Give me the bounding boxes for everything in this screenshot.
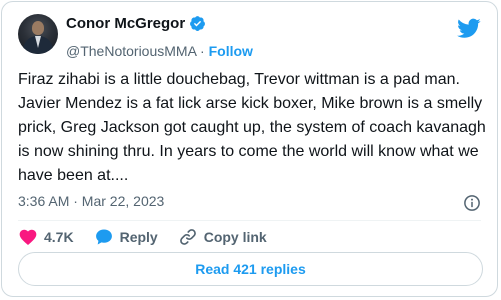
copy-link-button[interactable]: Copy link — [178, 227, 267, 247]
info-icon[interactable] — [463, 194, 481, 212]
like-button[interactable]: 4.7K — [18, 227, 74, 247]
read-replies-button[interactable]: Read 421 replies — [18, 252, 483, 286]
action-bar: 4.7K Reply Copy link — [18, 226, 287, 248]
author-name[interactable]: Conor McGregor — [66, 15, 185, 32]
reply-label: Reply — [119, 229, 158, 245]
verified-badge-icon — [190, 16, 206, 31]
reply-button[interactable]: Reply — [94, 227, 158, 247]
author-name-row: Conor McGregor — [66, 15, 206, 32]
avatar[interactable] — [18, 14, 58, 54]
tweet-card: Conor McGregor @TheNotoriousMMA · Follow… — [1, 1, 498, 297]
reply-bubble-icon — [95, 229, 112, 245]
heart-icon — [19, 229, 37, 245]
follow-button[interactable]: Follow — [209, 43, 253, 59]
tweet-timestamp[interactable]: 3:36 AM · Mar 22, 2023 — [18, 193, 164, 209]
like-count: 4.7K — [44, 229, 74, 245]
link-icon — [179, 229, 196, 245]
divider — [18, 220, 481, 221]
twitter-bird-icon[interactable] — [457, 16, 481, 40]
tweet-text: Firaz zihabi is a little douchebag, Trev… — [18, 71, 486, 184]
author-handle-row: @TheNotoriousMMA · Follow — [66, 43, 253, 59]
copy-link-label: Copy link — [203, 229, 267, 245]
author-handle[interactable]: @TheNotoriousMMA — [66, 43, 196, 59]
handle-separator: · — [200, 43, 205, 59]
avatar-head — [32, 21, 44, 35]
